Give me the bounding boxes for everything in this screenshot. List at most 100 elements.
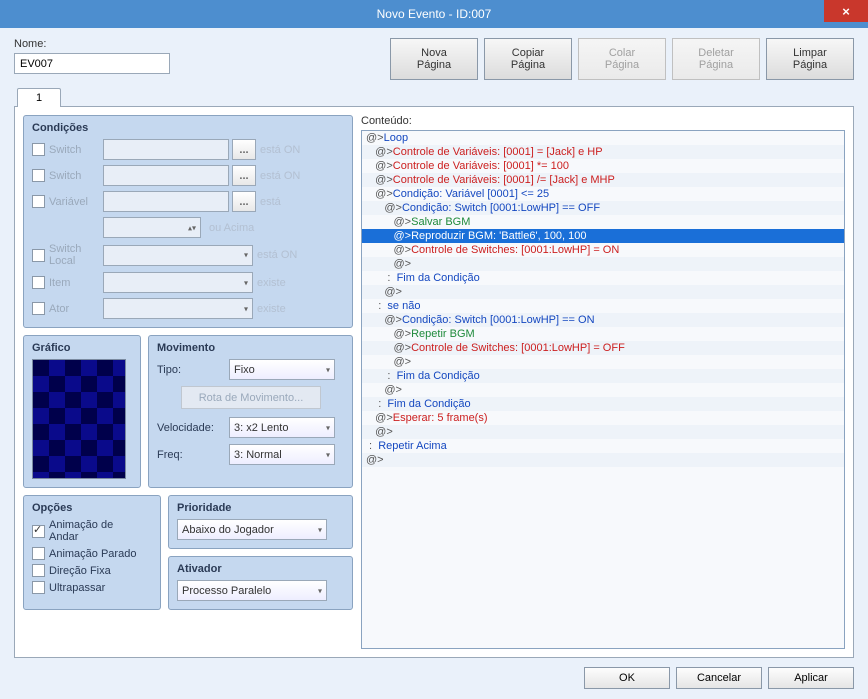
item-tail: existe	[257, 277, 286, 289]
variable-checkbox[interactable]	[32, 195, 45, 208]
dir-fix-checkbox[interactable]	[32, 564, 45, 577]
switch2-checkbox[interactable]	[32, 169, 45, 182]
command-line[interactable]: @>Repetir BGM	[362, 327, 844, 341]
switch2-tail: está ON	[260, 170, 300, 182]
move-type-label: Tipo:	[157, 364, 223, 376]
command-line[interactable]: @>	[362, 383, 844, 397]
actor-checkbox[interactable]	[32, 302, 45, 315]
options-box: Opções Animação de Andar Animação Parado…	[23, 495, 161, 610]
command-line[interactable]: : Repetir Acima	[362, 439, 844, 453]
item-checkbox[interactable]	[32, 276, 45, 289]
item-label: Item	[49, 277, 99, 289]
copy-page-button[interactable]: Copiar Página	[484, 38, 572, 80]
clear-page-button[interactable]: Limpar Página	[766, 38, 854, 80]
command-line[interactable]: @>Controle de Switches: [0001:LowHP] = O…	[362, 341, 844, 355]
event-commands-list[interactable]: @>Loop @>Controle de Variáveis: [0001] =…	[361, 130, 845, 649]
switch2-label: Switch	[49, 170, 99, 182]
move-speed-label: Velocidade:	[157, 422, 223, 434]
conditions-title: Condições	[32, 122, 344, 134]
movement-title: Movimento	[157, 342, 344, 354]
walk-anim-label: Animação de Andar	[49, 519, 113, 543]
move-route-button: Rota de Movimento...	[181, 386, 321, 409]
name-label: Nome:	[14, 38, 170, 50]
dir-fix-label: Direção Fixa	[49, 565, 111, 577]
switch2-dropdown[interactable]	[103, 165, 229, 186]
chevron-down-icon: ▾	[318, 586, 322, 595]
command-line[interactable]: @>	[362, 285, 844, 299]
actor-tail: existe	[257, 303, 286, 315]
actor-label: Ator	[49, 303, 99, 315]
variable-tail: está	[260, 196, 281, 208]
through-label: Ultrapassar	[49, 582, 105, 594]
priority-dropdown[interactable]: Abaixo do Jogador▾	[177, 519, 327, 540]
switch1-dropdown[interactable]	[103, 139, 229, 160]
content-label: Conteúdo:	[361, 115, 845, 127]
trigger-box: Ativador Processo Paralelo▾	[168, 556, 353, 610]
command-line[interactable]: @>Controle de Variáveis: [0001] *= 100	[362, 159, 844, 173]
switch1-checkbox[interactable]	[32, 143, 45, 156]
actor-dropdown[interactable]: ▾	[103, 298, 253, 319]
switch1-tail: está ON	[260, 144, 300, 156]
name-input[interactable]	[14, 53, 170, 74]
stop-anim-checkbox[interactable]	[32, 547, 45, 560]
command-line[interactable]: @>Condição: Switch [0001:LowHP] == ON	[362, 313, 844, 327]
command-line[interactable]: @>Salvar BGM	[362, 215, 844, 229]
self-switch-dropdown[interactable]: ▾	[103, 245, 253, 266]
move-type-dropdown[interactable]: Fixo▾	[229, 359, 335, 380]
move-freq-dropdown[interactable]: 3: Normal▾	[229, 444, 335, 465]
variable-browse-button[interactable]: ...	[232, 191, 256, 212]
close-button[interactable]: ×	[824, 0, 868, 22]
titlebar: Novo Evento - ID:007 ×	[0, 0, 868, 28]
command-line[interactable]: @>	[362, 453, 844, 467]
chevron-down-icon: ▾	[318, 525, 322, 534]
event-editor-window: Novo Evento - ID:007 × Nome: Nova Página…	[0, 0, 868, 699]
graphic-title: Gráfico	[32, 342, 132, 354]
command-line[interactable]: @>	[362, 425, 844, 439]
chevron-down-icon: ▾	[326, 365, 330, 374]
graphic-box: Gráfico	[23, 335, 141, 488]
spinner-icon: ▴▾	[188, 223, 196, 232]
self-switch-checkbox[interactable]	[32, 249, 45, 262]
command-line[interactable]: @>Controle de Switches: [0001:LowHP] = O…	[362, 243, 844, 257]
chevron-down-icon: ▾	[326, 450, 330, 459]
trigger-title: Ativador	[177, 563, 344, 575]
options-title: Opções	[32, 502, 152, 514]
command-line[interactable]: @>	[362, 257, 844, 271]
chevron-down-icon: ▾	[244, 278, 248, 287]
command-line[interactable]: @>Condição: Switch [0001:LowHP] == OFF	[362, 201, 844, 215]
apply-button[interactable]: Aplicar	[768, 667, 854, 689]
priority-title: Prioridade	[177, 502, 344, 514]
variable-value-field[interactable]: ▴▾	[103, 217, 201, 238]
move-freq-label: Freq:	[157, 449, 223, 461]
item-dropdown[interactable]: ▾	[103, 272, 253, 293]
chevron-down-icon: ▾	[326, 423, 330, 432]
walk-anim-checkbox[interactable]	[32, 525, 45, 538]
command-line[interactable]: : Fim da Condição	[362, 397, 844, 411]
cancel-button[interactable]: Cancelar	[676, 667, 762, 689]
variable-label: Variável	[49, 196, 99, 208]
command-line[interactable]: @>Controle de Variáveis: [0001] = [Jack]…	[362, 145, 844, 159]
command-line[interactable]: @>	[362, 355, 844, 369]
command-line[interactable]: @>Esperar: 5 frame(s)	[362, 411, 844, 425]
through-checkbox[interactable]	[32, 581, 45, 594]
priority-box: Prioridade Abaixo do Jogador▾	[168, 495, 353, 549]
command-line[interactable]: @>Condição: Variável [0001] <= 25	[362, 187, 844, 201]
command-line[interactable]: @>Controle de Variáveis: [0001] /= [Jack…	[362, 173, 844, 187]
command-line[interactable]: : se não	[362, 299, 844, 313]
graphic-preview[interactable]	[32, 359, 126, 479]
switch2-browse-button[interactable]: ...	[232, 165, 256, 186]
trigger-dropdown[interactable]: Processo Paralelo▾	[177, 580, 327, 601]
switch1-browse-button[interactable]: ...	[232, 139, 256, 160]
ok-button[interactable]: OK	[584, 667, 670, 689]
move-speed-dropdown[interactable]: 3: x2 Lento▾	[229, 417, 335, 438]
window-title: Novo Evento - ID:007	[0, 7, 868, 21]
page-tab-1[interactable]: 1	[17, 88, 61, 107]
command-line[interactable]: @>Reproduzir BGM: 'Battle6', 100, 100	[362, 229, 844, 243]
variable-dropdown[interactable]	[103, 191, 229, 212]
command-line[interactable]: : Fim da Condição	[362, 369, 844, 383]
stop-anim-label: Animação Parado	[49, 548, 136, 560]
delete-page-button: Deletar Página	[672, 38, 760, 80]
new-page-button[interactable]: Nova Página	[390, 38, 478, 80]
command-line[interactable]: : Fim da Condição	[362, 271, 844, 285]
command-line[interactable]: @>Loop	[362, 131, 844, 145]
